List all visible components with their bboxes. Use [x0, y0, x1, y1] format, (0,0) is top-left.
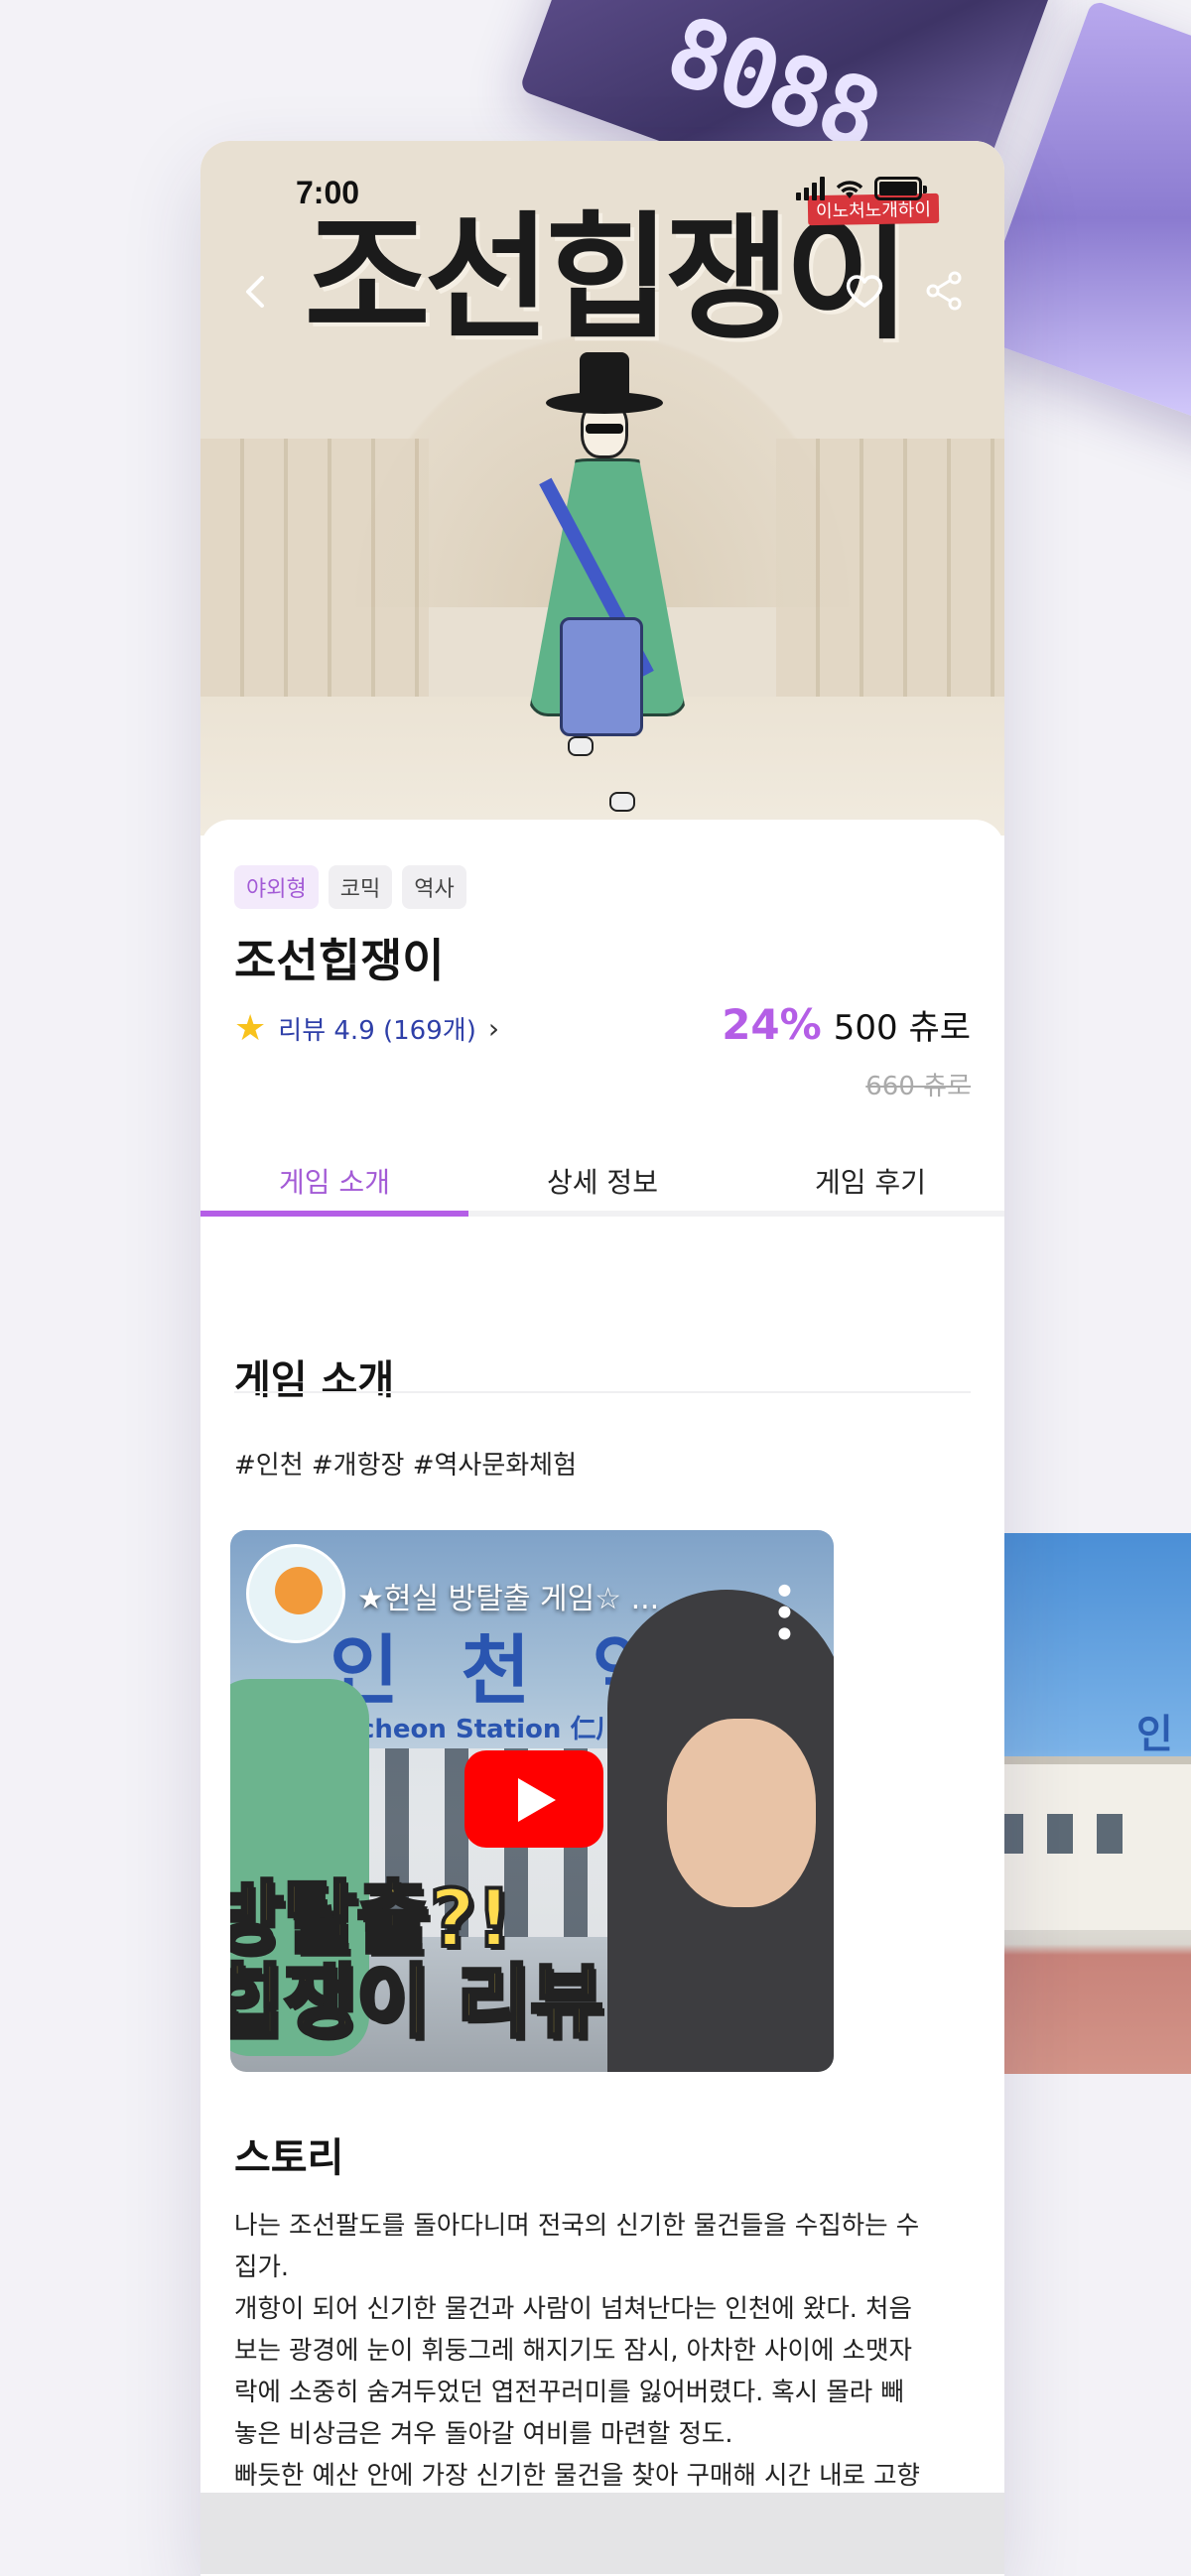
review-summary: 리뷰 4.9 (169개): [278, 1016, 476, 1046]
overlay-line-2: 힙쟁이 리뷰: [230, 1956, 605, 2048]
story-line: 나는 조선팔도를 돌아다니며 전국의 신기한 물건들을 수집하는 수: [234, 2211, 920, 2241]
hashtag-list: #인천 #개항장 #역사문화체험: [234, 1451, 578, 1481]
chevron-right-icon: ›: [487, 1012, 500, 1045]
story-line: 개항이 되어 신기한 물건과 사람이 넘쳐난다는 인천에 왔다. 처음: [234, 2294, 912, 2324]
story-line: 빠듯한 예산 안에 가장 신기한 물건을 찾아 구매해 시간 내로 고향: [234, 2461, 921, 2491]
tag-list: 야외형 코믹 역사: [234, 865, 466, 909]
video-title[interactable]: ★현실 방탈출 게임☆ ...: [357, 1574, 754, 1617]
sale-price: 500 츄로: [833, 1008, 971, 1048]
story-heading: 스토리: [234, 2135, 344, 2181]
overlay-line-1: 방탈출?!: [230, 1872, 514, 1965]
intro-heading: 게임 소개: [234, 1357, 395, 1403]
more-vertical-icon[interactable]: •••: [763, 1580, 803, 1644]
price-block: 24% 500 츄로: [722, 1000, 971, 1049]
tab-bar: 게임 소개 상세 정보 게임 후기: [200, 1147, 1004, 1217]
video-overlay-text: 방탈출?! 힙쟁이 리뷰: [230, 1872, 605, 2048]
heart-icon[interactable]: [842, 268, 887, 314]
story-line: 락에 소중히 숨겨두었던 엽전꾸러미를 잃어버렸다. 혹시 몰라 빼: [234, 2378, 904, 2407]
tag-comic: 코믹: [328, 865, 393, 909]
tag-history: 역사: [402, 865, 466, 909]
story-line: 놓은 비상금은 겨우 돌아갈 여비를 마련할 정도.: [234, 2419, 733, 2449]
phone-screen: 조선힙쟁이 이노처노개하이 7:00 야외형 코믹 역사 조선힙쟁이 ★ 리뷰 …: [200, 141, 1004, 2576]
status-time: 7:00: [296, 175, 360, 210]
station-sign: 인: [1136, 1712, 1173, 1757]
tab-game-intro[interactable]: 게임 소개: [200, 1147, 468, 1217]
status-icons: [796, 177, 927, 200]
youtube-play-icon[interactable]: [464, 1750, 603, 1848]
bottom-bar: [200, 2493, 1004, 2574]
divider: [234, 1391, 971, 1393]
tag-outdoor: 야외형: [234, 865, 319, 909]
game-title: 조선힙쟁이: [234, 934, 445, 987]
story-line: 보는 광경에 눈이 휘둥그레 해지기도 잠시, 아차한 사이에 소맷자: [234, 2336, 912, 2366]
channel-avatar[interactable]: [246, 1544, 345, 1643]
wifi-icon: [836, 181, 863, 198]
battery-icon: [874, 177, 927, 200]
tab-reviews[interactable]: 게임 후기: [736, 1147, 1004, 1211]
original-price: 660 츄로: [865, 1072, 971, 1101]
signal-icon: [796, 177, 825, 200]
discount-percent: 24%: [722, 1000, 822, 1049]
back-arrow-icon[interactable]: [232, 268, 280, 316]
review-link[interactable]: ★ 리뷰 4.9 (169개) ›: [234, 1010, 499, 1047]
tab-details[interactable]: 상세 정보: [468, 1147, 736, 1211]
hero-image: 조선힙쟁이 이노처노개하이 7:00: [200, 141, 1004, 836]
video-thumbnail[interactable]: 인 천 역 cheon Station 仁川驛 ★현실 방탈출 게임☆ ... …: [230, 1530, 834, 2072]
share-icon[interactable]: [921, 268, 967, 314]
story-line: 집가.: [234, 2253, 290, 2282]
story-text: 나는 조선팔도를 돌아다니며 전국의 신기한 물건들을 수집하는 수 집가. 개…: [234, 2205, 989, 2497]
station-sign-en: cheon Station 仁川驛: [359, 1715, 648, 1744]
star-icon: ★: [234, 1007, 267, 1049]
